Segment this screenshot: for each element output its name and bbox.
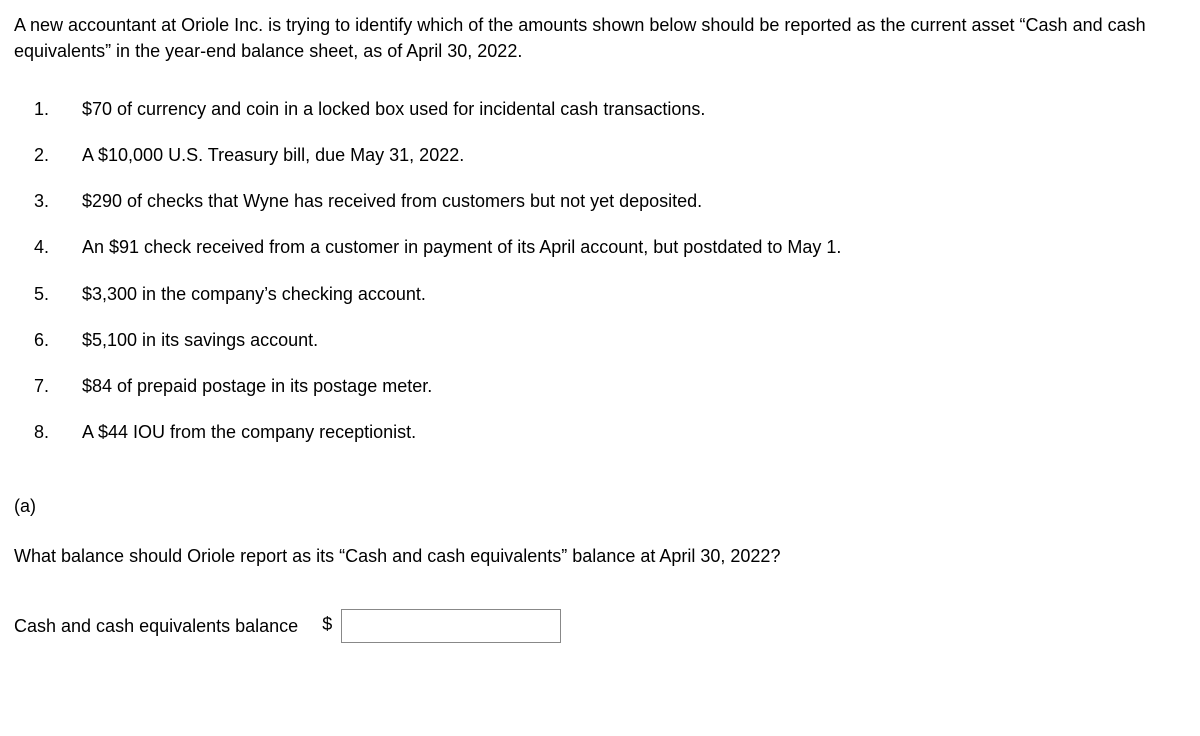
list-item: 2. A $10,000 U.S. Treasury bill, due May…: [34, 142, 1186, 168]
item-number: 6.: [34, 327, 82, 353]
item-number: 4.: [34, 234, 82, 260]
item-text: An $91 check received from a customer in…: [82, 234, 1186, 260]
answer-input-group: $: [318, 609, 561, 643]
answer-row: Cash and cash equivalents balance $: [14, 609, 1186, 643]
intro-paragraph: A new accountant at Oriole Inc. is tryin…: [14, 12, 1186, 64]
item-number: 5.: [34, 281, 82, 307]
question-text: What balance should Oriole report as its…: [14, 543, 1186, 569]
item-number: 3.: [34, 188, 82, 214]
item-number: 1.: [34, 96, 82, 122]
item-text: $5,100 in its savings account.: [82, 327, 1186, 353]
list-item: 4. An $91 check received from a customer…: [34, 234, 1186, 260]
item-text: A $44 IOU from the company receptionist.: [82, 419, 1186, 445]
item-text: A $10,000 U.S. Treasury bill, due May 31…: [82, 142, 1186, 168]
part-label: (a): [14, 493, 1186, 519]
item-number: 7.: [34, 373, 82, 399]
list-item: 3. $290 of checks that Wyne has received…: [34, 188, 1186, 214]
list-item: 1. $70 of currency and coin in a locked …: [34, 96, 1186, 122]
list-item: 5. $3,300 in the company’s checking acco…: [34, 281, 1186, 307]
list-item: 8. A $44 IOU from the company receptioni…: [34, 419, 1186, 445]
item-list: 1. $70 of currency and coin in a locked …: [34, 96, 1186, 445]
item-text: $70 of currency and coin in a locked box…: [82, 96, 1186, 122]
list-item: 7. $84 of prepaid postage in its postage…: [34, 373, 1186, 399]
item-text: $290 of checks that Wyne has received fr…: [82, 188, 1186, 214]
answer-label: Cash and cash equivalents balance: [14, 613, 298, 639]
item-number: 2.: [34, 142, 82, 168]
item-text: $3,300 in the company’s checking account…: [82, 281, 1186, 307]
item-number: 8.: [34, 419, 82, 445]
item-text: $84 of prepaid postage in its postage me…: [82, 373, 1186, 399]
answer-input[interactable]: [341, 609, 561, 643]
currency-symbol: $: [322, 614, 332, 634]
list-item: 6. $5,100 in its savings account.: [34, 327, 1186, 353]
